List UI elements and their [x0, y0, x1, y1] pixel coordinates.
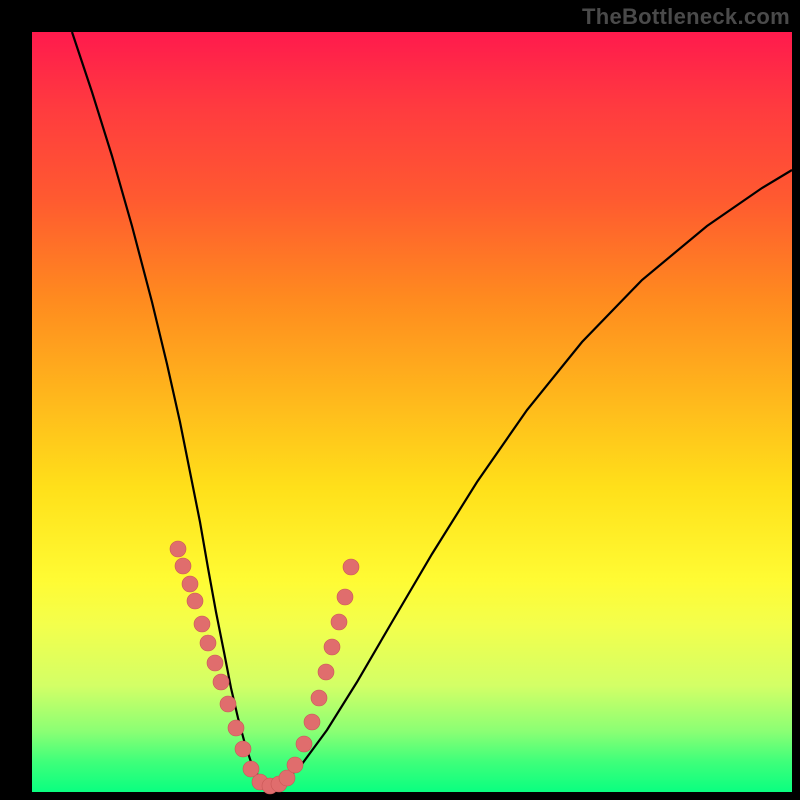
plot-area [32, 32, 792, 792]
data-point [207, 655, 223, 671]
data-point [318, 664, 334, 680]
data-point [220, 696, 236, 712]
data-point [187, 593, 203, 609]
data-point [287, 757, 303, 773]
data-point [304, 714, 320, 730]
data-point [337, 589, 353, 605]
chart-frame: TheBottleneck.com [0, 0, 800, 800]
data-point [296, 736, 312, 752]
data-point [182, 576, 198, 592]
data-point [175, 558, 191, 574]
data-point [194, 616, 210, 632]
data-point [324, 639, 340, 655]
data-point [228, 720, 244, 736]
chart-svg [32, 32, 792, 792]
data-point [200, 635, 216, 651]
bottleneck-curve [72, 32, 792, 786]
data-point [343, 559, 359, 575]
data-point [235, 741, 251, 757]
data-point [213, 674, 229, 690]
data-point [331, 614, 347, 630]
data-point [170, 541, 186, 557]
watermark-text: TheBottleneck.com [582, 4, 790, 30]
data-point [311, 690, 327, 706]
data-markers [170, 541, 359, 794]
